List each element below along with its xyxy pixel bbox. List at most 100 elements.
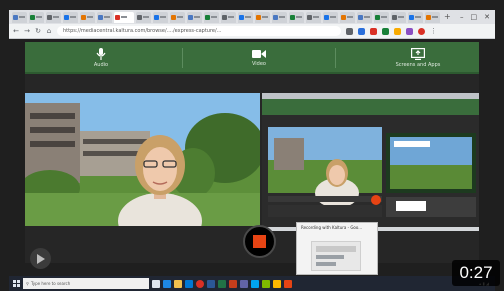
tab-title bbox=[211, 16, 217, 18]
profile-avatar[interactable] bbox=[418, 27, 425, 35]
close-icon[interactable]: ✕ bbox=[484, 13, 490, 21]
home-icon[interactable]: ⌂ bbox=[46, 27, 52, 35]
browser-tab[interactable] bbox=[272, 11, 287, 23]
bookmark-icon[interactable] bbox=[346, 27, 353, 35]
browser-tab[interactable] bbox=[46, 11, 61, 23]
browser-tab[interactable] bbox=[425, 11, 440, 23]
mail-icon[interactable] bbox=[185, 279, 193, 288]
preview-title: Recording with Kaltura - Goo... bbox=[301, 225, 363, 230]
browser-tab[interactable] bbox=[80, 11, 95, 23]
tab-favicon-icon bbox=[47, 14, 52, 20]
browser-tab[interactable] bbox=[221, 11, 236, 23]
tab-favicon-icon bbox=[98, 14, 103, 20]
tab-title bbox=[296, 16, 302, 18]
teams-icon[interactable] bbox=[240, 279, 248, 288]
screen-share-image bbox=[262, 93, 479, 227]
edge-icon[interactable] bbox=[163, 279, 171, 288]
tab-title bbox=[70, 16, 76, 18]
browser-tab[interactable] bbox=[114, 11, 134, 23]
tab-favicon-icon bbox=[171, 14, 176, 20]
app-icon[interactable] bbox=[262, 279, 270, 288]
stop-recording-button[interactable] bbox=[243, 225, 276, 258]
new-tab-button[interactable]: + bbox=[444, 13, 451, 21]
taskbar-window-preview[interactable]: Recording with Kaltura - Goo... bbox=[296, 222, 378, 275]
video-button[interactable]: Video bbox=[223, 42, 295, 74]
tab-favicon-icon bbox=[375, 14, 380, 20]
powerpoint-icon[interactable] bbox=[229, 279, 237, 288]
task-view-icon[interactable] bbox=[152, 279, 160, 288]
extension-icon[interactable] bbox=[358, 27, 365, 35]
browser-tab[interactable] bbox=[238, 11, 253, 23]
browser-tab[interactable] bbox=[153, 11, 168, 23]
browser-tab[interactable] bbox=[204, 11, 219, 23]
browser-tab[interactable] bbox=[289, 11, 304, 23]
browser-tab[interactable] bbox=[29, 11, 44, 23]
toolbar-divider bbox=[335, 48, 336, 68]
extension-icon[interactable] bbox=[382, 27, 389, 35]
tab-title bbox=[121, 16, 127, 18]
tab-title bbox=[347, 16, 353, 18]
kaltura-icon[interactable] bbox=[284, 279, 292, 288]
browser-tab[interactable] bbox=[340, 11, 355, 23]
browser-tab[interactable] bbox=[408, 11, 423, 23]
screens-button[interactable]: Screens and Apps bbox=[375, 42, 461, 74]
play-button[interactable] bbox=[30, 248, 51, 269]
tab-title bbox=[143, 16, 149, 18]
tab-favicon-icon bbox=[13, 14, 18, 20]
browser-tab[interactable] bbox=[12, 11, 27, 23]
forward-icon[interactable]: → bbox=[24, 27, 30, 35]
reload-icon[interactable]: ↻ bbox=[35, 27, 41, 35]
browser-tab[interactable] bbox=[170, 11, 185, 23]
audio-button[interactable]: Audio bbox=[65, 42, 137, 74]
maximize-icon[interactable]: □ bbox=[471, 13, 478, 21]
extension-icon[interactable] bbox=[406, 27, 413, 35]
screen-share-icon bbox=[411, 48, 425, 60]
store-icon[interactable] bbox=[251, 279, 259, 288]
windows-start-icon[interactable] bbox=[13, 280, 20, 287]
tab-favicon-icon bbox=[426, 14, 431, 20]
extension-icon[interactable] bbox=[394, 27, 401, 35]
excel-icon[interactable] bbox=[218, 279, 226, 288]
tab-favicon-icon bbox=[358, 14, 363, 20]
menu-icon[interactable]: ⋮ bbox=[430, 27, 437, 35]
tab-title bbox=[36, 16, 42, 18]
app-icon[interactable] bbox=[273, 279, 281, 288]
folder-icon[interactable] bbox=[174, 279, 182, 288]
tab-title bbox=[381, 16, 387, 18]
browser-tab[interactable] bbox=[306, 11, 321, 23]
browser-tab[interactable] bbox=[255, 11, 270, 23]
tab-title bbox=[87, 16, 93, 18]
extension-icon[interactable] bbox=[370, 27, 377, 35]
tab-favicon-icon bbox=[290, 14, 295, 20]
video-duration-badge: 0:27 bbox=[452, 260, 500, 286]
minimize-icon[interactable]: – bbox=[460, 13, 464, 21]
chrome-icon[interactable] bbox=[196, 279, 204, 288]
browser-tab[interactable] bbox=[136, 11, 151, 23]
browser-tab[interactable] bbox=[63, 11, 78, 23]
tab-title bbox=[177, 16, 183, 18]
search-placeholder: Type here to search bbox=[30, 281, 71, 286]
word-icon[interactable] bbox=[207, 279, 215, 288]
back-icon[interactable]: ← bbox=[13, 27, 19, 35]
browser-tab[interactable] bbox=[187, 11, 202, 23]
taskbar-search-field[interactable]: ⚲ Type here to search bbox=[23, 278, 149, 289]
tab-title bbox=[19, 16, 25, 18]
tab-title bbox=[415, 16, 421, 18]
url-field[interactable]: https://mediacentral.kaltura.com/browse/… bbox=[57, 26, 341, 36]
browser-tab[interactable] bbox=[357, 11, 372, 23]
screens-label: Screens and Apps bbox=[395, 62, 441, 68]
microphone-icon bbox=[96, 48, 106, 60]
tab-title bbox=[279, 16, 285, 18]
browser-tab[interactable] bbox=[97, 11, 112, 23]
browser-tab[interactable] bbox=[323, 11, 338, 23]
screen-share-preview bbox=[262, 93, 479, 231]
tab-favicon-icon bbox=[392, 14, 397, 20]
browser-tab[interactable] bbox=[374, 11, 389, 23]
tab-favicon-icon bbox=[137, 14, 142, 20]
tab-favicon-icon bbox=[115, 14, 120, 20]
browser-tab[interactable] bbox=[391, 11, 406, 23]
tab-title bbox=[330, 16, 336, 18]
preview-window-image bbox=[316, 246, 356, 266]
tab-favicon-icon bbox=[341, 14, 346, 20]
video-thumbnail[interactable]: + – □ ✕ ← → ↻ ⌂ https://mediacentral.kal… bbox=[0, 0, 504, 291]
